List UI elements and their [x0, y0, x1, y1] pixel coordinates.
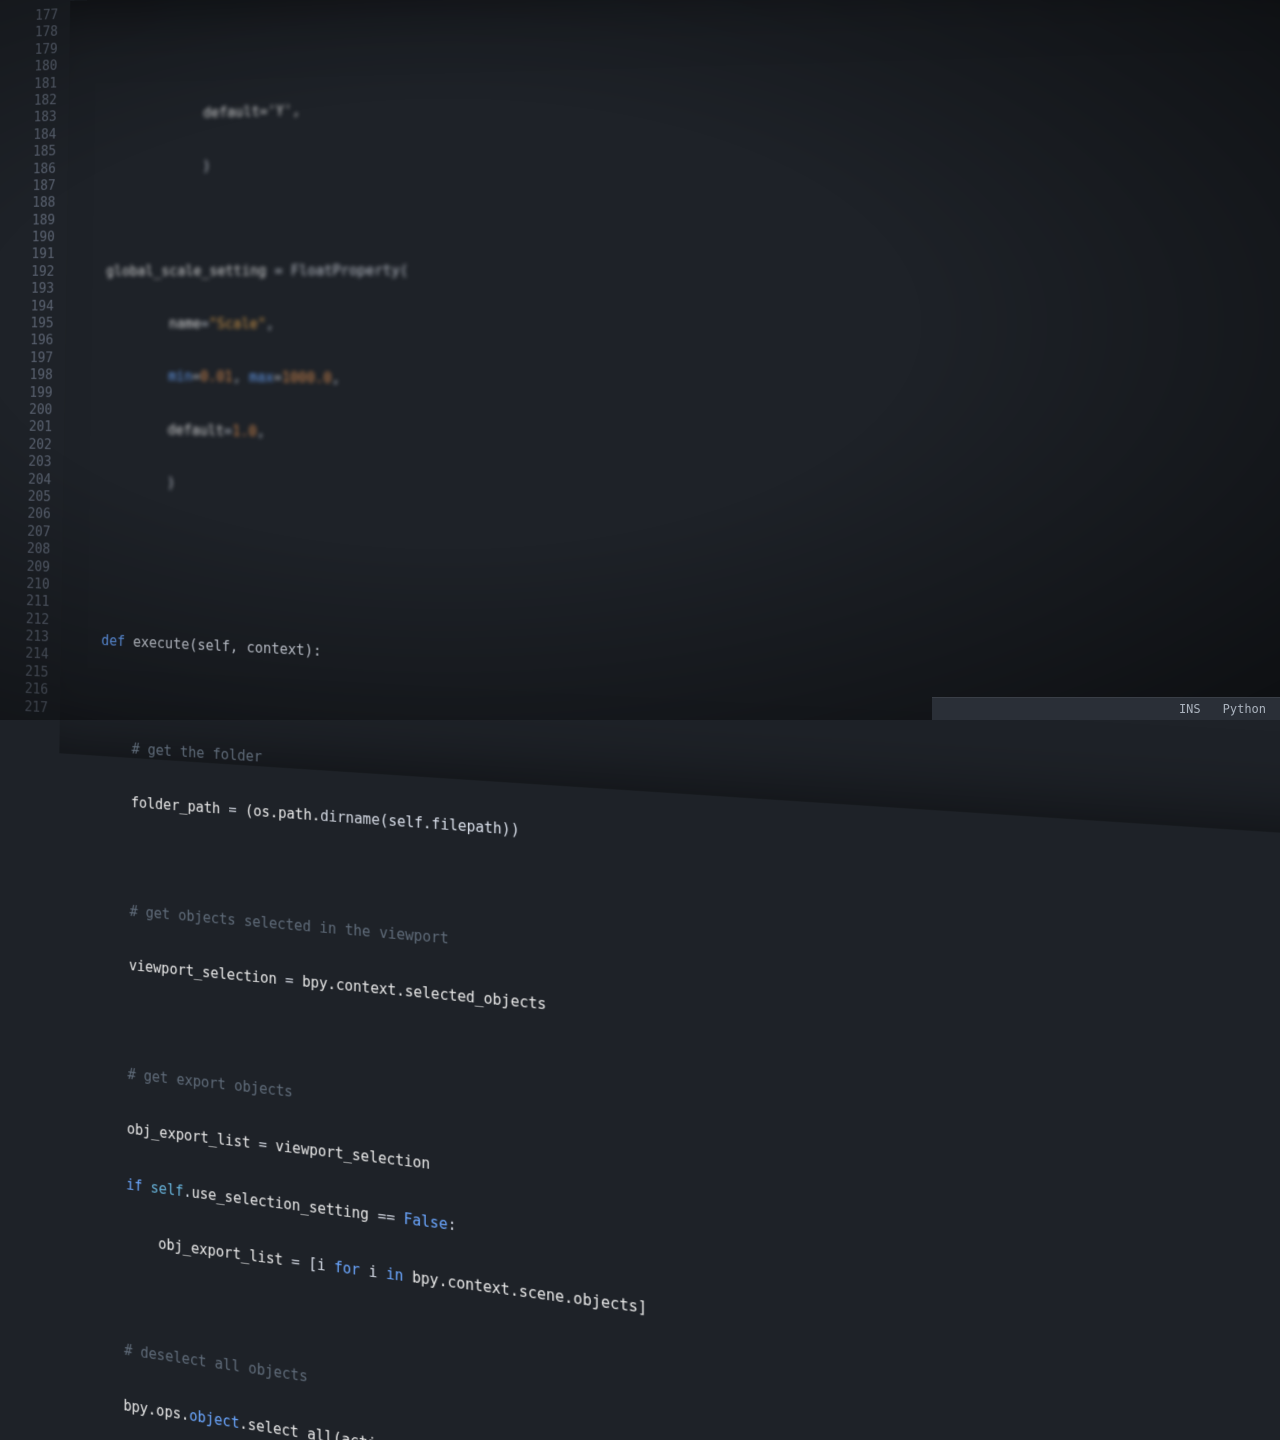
line-number: 184 — [21, 126, 57, 144]
line-number: 181 — [21, 75, 57, 93]
line-number: 203 — [15, 453, 51, 471]
line-number: 202 — [16, 436, 52, 454]
line-number: 189 — [19, 212, 55, 229]
line-number: 216 — [12, 680, 48, 700]
line-number: 201 — [16, 418, 52, 436]
line-number: 214 — [12, 645, 48, 664]
line-number: 191 — [19, 246, 55, 263]
line-number: 194 — [18, 298, 54, 315]
line-number: 217 — [12, 697, 48, 717]
line-number: 208 — [14, 540, 50, 559]
code-area[interactable]: default='Y', ) global_scale_setting = Fl… — [59, 0, 1032, 817]
code-line: def execute(self, context): — [70, 630, 1031, 696]
line-number: 193 — [18, 280, 54, 297]
code-line: default='Y', — [77, 85, 1023, 126]
line-number: 211 — [13, 592, 49, 611]
line-number: 197 — [17, 349, 53, 367]
line-number: 213 — [13, 627, 49, 646]
code-line: ) — [72, 472, 1028, 516]
line-number: 205 — [15, 488, 51, 506]
line-number: 209 — [14, 557, 50, 576]
line-number: 204 — [15, 470, 51, 488]
line-number: 187 — [20, 177, 56, 195]
line-number: 215 — [12, 662, 48, 682]
line-number: 198 — [17, 367, 53, 385]
code-line: # get export objects — [63, 1059, 1036, 1184]
line-number: 206 — [15, 505, 51, 524]
line-number: 178 — [22, 24, 58, 42]
line-number: 185 — [20, 143, 56, 161]
code-line: default=1.0, — [73, 420, 1028, 457]
line-number: 177 — [22, 7, 58, 25]
code-line: ) — [76, 143, 1024, 177]
line-number: 196 — [17, 332, 53, 350]
code-line — [75, 201, 1024, 228]
code-line — [64, 1005, 1036, 1123]
line-number: 212 — [13, 610, 49, 629]
line-number: 192 — [18, 263, 54, 280]
line-number: 188 — [19, 194, 55, 212]
status-insert-mode[interactable]: INS — [1179, 702, 1201, 716]
status-bar: INS Python — [932, 697, 1280, 720]
line-number: 207 — [14, 522, 50, 541]
code-line: global_scale_setting = FloatProperty( — [75, 260, 1026, 281]
code-line: obj_export_list = viewport_selection — [63, 1113, 1038, 1246]
line-number: 210 — [14, 575, 50, 594]
code-line: min=0.01, max=1000.0, — [73, 367, 1026, 397]
line-number: 200 — [16, 401, 52, 419]
status-syntax[interactable]: Python — [1223, 702, 1266, 716]
line-number: 183 — [21, 109, 57, 127]
line-number: 179 — [22, 41, 58, 59]
line-number: 199 — [17, 384, 53, 402]
code-line: name="Scale", — [74, 315, 1026, 338]
line-number: 190 — [19, 229, 55, 246]
line-number: 195 — [18, 315, 54, 332]
line-number: 186 — [20, 160, 56, 178]
line-number: 180 — [22, 58, 58, 76]
line-number: 182 — [21, 92, 57, 110]
